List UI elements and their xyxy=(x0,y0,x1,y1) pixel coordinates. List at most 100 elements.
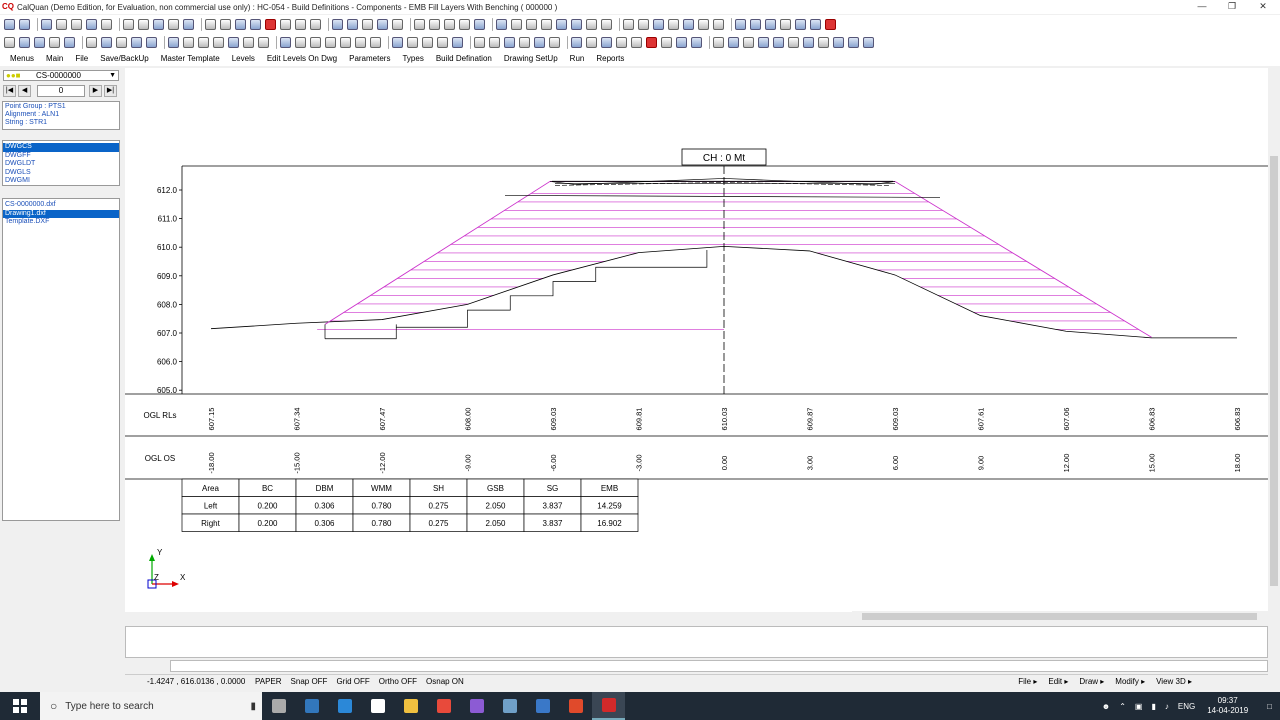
toolbar-tool-icon[interactable] xyxy=(825,19,836,30)
menu-main[interactable]: Main xyxy=(46,54,63,63)
toolbar-tool-icon[interactable] xyxy=(295,37,306,48)
status-menu-view3d[interactable]: View 3D ▸ xyxy=(1156,677,1192,686)
toolbar-tool-icon[interactable] xyxy=(205,19,216,30)
toolbar-tool-icon[interactable] xyxy=(131,37,142,48)
toolbar-tool-icon[interactable] xyxy=(392,19,403,30)
status-osnap[interactable]: Osnap ON xyxy=(426,677,464,686)
toolbar-tool-icon[interactable] xyxy=(735,19,746,30)
toolbar-tool-icon[interactable] xyxy=(586,19,597,30)
toolbar-tool-icon[interactable] xyxy=(407,37,418,48)
toolbar-tool-icon[interactable] xyxy=(310,19,321,30)
toolbar-tool-icon[interactable] xyxy=(19,37,30,48)
menu-save-backup[interactable]: Save/BackUp xyxy=(100,54,148,63)
toolbar-tool-icon[interactable] xyxy=(64,37,75,48)
app-gray-icon[interactable] xyxy=(526,692,559,720)
toolbar-tool-icon[interactable] xyxy=(631,37,642,48)
chrome-icon[interactable] xyxy=(427,692,460,720)
tray-language[interactable]: ENG xyxy=(1178,702,1195,711)
toolbar-tool-icon[interactable] xyxy=(370,37,381,48)
toolbar-tool-icon[interactable] xyxy=(138,19,149,30)
status-menu-file[interactable]: File ▸ xyxy=(1018,677,1037,686)
toolbar-tool-icon[interactable] xyxy=(616,37,627,48)
status-grid[interactable]: Grid OFF xyxy=(336,677,369,686)
toolbar-tool-icon[interactable] xyxy=(750,19,761,30)
explorer-icon[interactable] xyxy=(394,692,427,720)
taskbar-search[interactable]: ○ Type here to search ▮ xyxy=(40,692,262,720)
toolbar-tool-icon[interactable] xyxy=(168,37,179,48)
visual-studio-icon[interactable] xyxy=(460,692,493,720)
toolbar-tool-icon[interactable] xyxy=(235,19,246,30)
toolbar-tool-icon[interactable] xyxy=(638,19,649,30)
toolbar-tool-icon[interactable] xyxy=(788,37,799,48)
toolbar-tool-icon[interactable] xyxy=(146,37,157,48)
toolbar-tool-icon[interactable] xyxy=(863,37,874,48)
toolbar-tool-icon[interactable] xyxy=(437,37,448,48)
first-record-button[interactable]: |◀ xyxy=(3,85,16,97)
scroll-thumb[interactable] xyxy=(862,613,1257,620)
toolbar-tool-icon[interactable] xyxy=(310,37,321,48)
toolbar-tool-icon[interactable] xyxy=(183,37,194,48)
menu-menus[interactable]: Menus xyxy=(10,54,34,63)
toolbar-tool-icon[interactable] xyxy=(213,37,224,48)
toolbar-tool-icon[interactable] xyxy=(243,37,254,48)
toolbar-tool-icon[interactable] xyxy=(698,19,709,30)
toolbar-tool-icon[interactable] xyxy=(392,37,403,48)
menu-drawing-setup[interactable]: Drawing SetUp xyxy=(504,54,558,63)
toolbar-tool-icon[interactable] xyxy=(422,37,433,48)
toolbar-tool-icon[interactable] xyxy=(4,19,15,30)
toolbar-tool-icon[interactable] xyxy=(676,37,687,48)
status-menu-draw[interactable]: Draw ▸ xyxy=(1079,677,1104,686)
toolbar-tool-icon[interactable] xyxy=(250,19,261,30)
toolbar-tool-icon[interactable] xyxy=(848,37,859,48)
toolbar-tool-icon[interactable] xyxy=(377,19,388,30)
toolbar-tool-icon[interactable] xyxy=(668,19,679,30)
toolbar-tool-icon[interactable] xyxy=(773,37,784,48)
calquan-icon[interactable] xyxy=(592,692,625,720)
list-item[interactable]: DWGCS xyxy=(3,143,119,152)
menu-edit-levels[interactable]: Edit Levels On Dwg xyxy=(267,54,337,63)
toolbar-tool-icon[interactable] xyxy=(19,19,30,30)
toolbar-tool-icon[interactable] xyxy=(71,19,82,30)
prev-record-button[interactable]: ◀ xyxy=(18,85,31,97)
toolbar-tool-icon[interactable] xyxy=(355,37,366,48)
menu-reports[interactable]: Reports xyxy=(596,54,624,63)
toolbar-tool-icon[interactable] xyxy=(653,19,664,30)
toolbar-tool-icon[interactable] xyxy=(414,19,425,30)
toolbar-tool-icon[interactable] xyxy=(780,19,791,30)
toolbar-tool-icon[interactable] xyxy=(220,19,231,30)
toolbar-tool-icon[interactable] xyxy=(258,37,269,48)
toolbar-tool-icon[interactable] xyxy=(168,19,179,30)
task-view-icon[interactable] xyxy=(262,692,295,720)
volume-icon[interactable]: ♪ xyxy=(1165,702,1169,711)
menu-build-defination[interactable]: Build Defination xyxy=(436,54,492,63)
toolbar-tool-icon[interactable] xyxy=(810,19,821,30)
toolbar-tool-icon[interactable] xyxy=(601,37,612,48)
toolbar-tool-icon[interactable] xyxy=(101,37,112,48)
scroll-thumb[interactable] xyxy=(1270,156,1278,586)
toolbar-tool-icon[interactable] xyxy=(280,19,291,30)
toolbar-tool-icon[interactable] xyxy=(691,37,702,48)
status-snap[interactable]: Snap OFF xyxy=(291,677,328,686)
edge-icon[interactable] xyxy=(295,692,328,720)
minimize-button[interactable]: — xyxy=(1185,0,1219,14)
record-input[interactable]: 0 xyxy=(37,85,85,97)
toolbar-tool-icon[interactable] xyxy=(41,19,52,30)
toolbar-tool-icon[interactable] xyxy=(474,19,485,30)
toolbar-tool-icon[interactable] xyxy=(444,19,455,30)
toolbar-tool-icon[interactable] xyxy=(795,19,806,30)
app-blue-icon[interactable] xyxy=(493,692,526,720)
close-button[interactable]: ✕ xyxy=(1246,0,1280,14)
toolbar-tool-icon[interactable] xyxy=(571,19,582,30)
clock[interactable]: 09:37 14-04-2019 xyxy=(1207,696,1248,716)
toolbar-tool-icon[interactable] xyxy=(541,19,552,30)
toolbar-tool-icon[interactable] xyxy=(803,37,814,48)
store-icon[interactable] xyxy=(328,692,361,720)
network-icon[interactable]: ▣ xyxy=(1135,702,1143,711)
toolbar-tool-icon[interactable] xyxy=(526,19,537,30)
status-ortho[interactable]: Ortho OFF xyxy=(379,677,417,686)
toolbar-tool-icon[interactable] xyxy=(452,37,463,48)
status-menu-edit[interactable]: Edit ▸ xyxy=(1048,677,1068,686)
menu-file[interactable]: File xyxy=(75,54,88,63)
toolbar-tool-icon[interactable] xyxy=(556,19,567,30)
toolbar-tool-icon[interactable] xyxy=(280,37,291,48)
